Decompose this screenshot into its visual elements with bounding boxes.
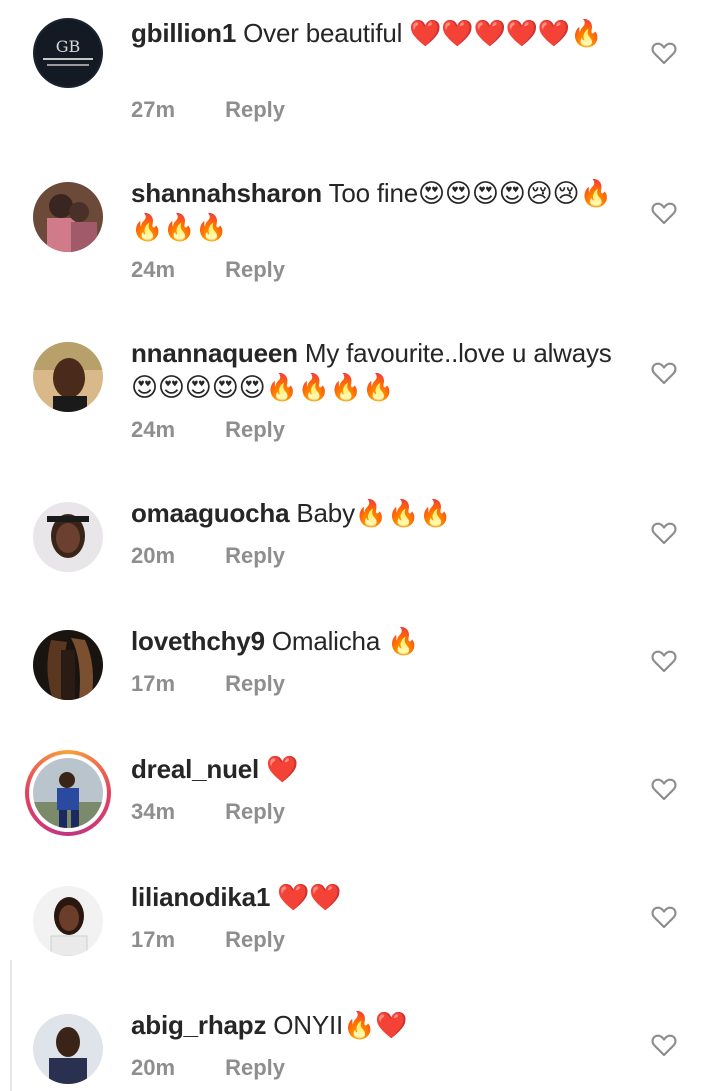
avatar[interactable]: GB — [33, 18, 103, 88]
like-heart-icon[interactable] — [651, 41, 677, 65]
comment-time: 17m — [131, 671, 176, 696]
avatar[interactable] — [33, 342, 103, 412]
comment-time: 17m — [131, 927, 176, 952]
like-heart-icon[interactable] — [651, 361, 677, 385]
like-heart-icon[interactable] — [651, 201, 677, 225]
reply-button[interactable]: Reply — [225, 543, 285, 568]
reply-button[interactable]: Reply — [225, 1055, 285, 1080]
avatar[interactable] — [33, 502, 103, 572]
comment-username[interactable]: gbillion1 — [131, 18, 236, 48]
comment-username[interactable]: omaaguocha — [131, 498, 290, 528]
like-heart-icon[interactable] — [651, 1033, 677, 1057]
comment-time: 27m — [131, 97, 176, 122]
story-ring[interactable] — [25, 750, 111, 836]
comment-username[interactable]: lilianodika1 — [131, 882, 270, 912]
avatar[interactable] — [33, 630, 103, 700]
comment-text: ❤️ — [266, 754, 299, 784]
comment-time: 20m — [131, 1055, 176, 1080]
reply-button[interactable]: Reply — [225, 927, 285, 952]
comment-username[interactable]: lovethchy9 — [131, 626, 265, 656]
comment-time: 20m — [131, 543, 176, 568]
avatar[interactable] — [33, 182, 103, 252]
comment-username[interactable]: shannahsharon — [131, 178, 322, 208]
reply-button[interactable]: Reply — [225, 799, 285, 824]
like-heart-icon[interactable] — [651, 905, 677, 929]
comment-text: ONYII🔥❤️ — [273, 1010, 408, 1040]
like-heart-icon[interactable] — [651, 777, 677, 801]
comment-text: ❤️❤️ — [277, 882, 342, 912]
edge-divider — [10, 960, 12, 1091]
like-heart-icon[interactable] — [651, 521, 677, 545]
comment-time: 24m — [131, 257, 176, 282]
avatar[interactable] — [33, 1014, 103, 1084]
comment-text: Omalicha 🔥 — [271, 626, 420, 656]
comment-text: Baby🔥🔥🔥 — [296, 498, 452, 528]
comment-time: 34m — [131, 799, 176, 824]
comment-username[interactable]: nnannaqueen — [131, 338, 298, 368]
avatar-logo-text: GB — [56, 37, 81, 56]
reply-button[interactable]: Reply — [225, 257, 285, 282]
reply-button[interactable]: Reply — [225, 417, 285, 442]
comment-text: Over beautiful ❤️❤️❤️❤️❤️🔥 — [243, 18, 603, 48]
avatar[interactable] — [33, 886, 103, 956]
reply-button[interactable]: Reply — [225, 97, 285, 122]
like-heart-icon[interactable] — [651, 649, 677, 673]
comment-username[interactable]: dreal_nuel — [131, 754, 259, 784]
avatar[interactable] — [33, 758, 103, 828]
comment-time: 24m — [131, 417, 176, 442]
comment-username[interactable]: abig_rhapz — [131, 1010, 266, 1040]
reply-button[interactable]: Reply — [225, 671, 285, 696]
